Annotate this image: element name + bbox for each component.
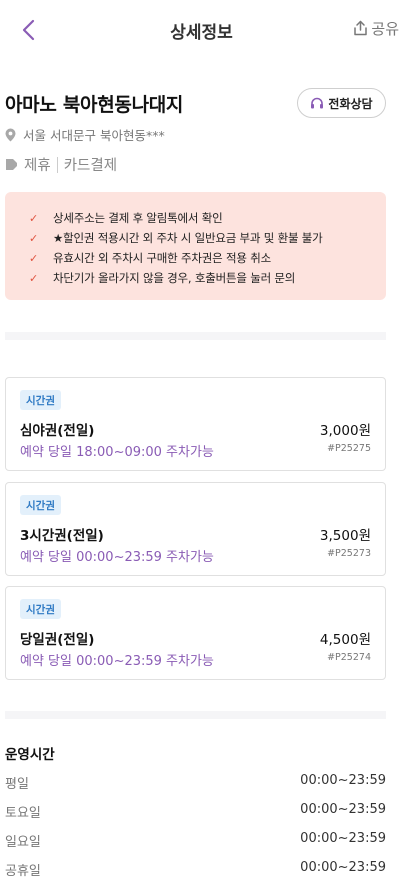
tag-separator [56, 156, 58, 173]
ticket-type-badge: 시간권 [20, 390, 61, 410]
hours-time: 00:00~23:59 [300, 773, 386, 788]
notice-item: ✓ 상세주소는 결제 후 알림톡에서 확인 [29, 208, 386, 228]
notice-text: 유효시간 외 주차시 구매한 주차권은 적용 취소 [53, 251, 271, 265]
ticket-card[interactable]: 시간권 당일권(전일) 4,500원 예약 당일 00:00~23:59 주차가… [5, 586, 386, 680]
ticket-price: 4,500원 [319, 632, 371, 648]
hours-day: 공휴일 [5, 864, 41, 879]
tag-affiliate: 제휴 [24, 158, 51, 174]
tags-row: 제휴 카드결제 [5, 154, 117, 175]
hours-time: 00:00~23:59 [300, 802, 386, 817]
operating-hours-title: 운영시간 [5, 747, 55, 763]
section-divider [5, 711, 386, 719]
notice-box: ✓ 상세주소는 결제 후 알림톡에서 확인 ✓ ★할인권 적용시간 외 주차 시… [5, 192, 386, 300]
share-label: 공유 [371, 19, 399, 38]
ticket-name: 3시간권(전일) [20, 528, 104, 544]
ticket-price: 3,500원 [319, 528, 371, 544]
ticket-card[interactable]: 시간권 3시간권(전일) 3,500원 예약 당일 00:00~23:59 주차… [5, 482, 386, 576]
check-icon: ✓ [29, 251, 39, 265]
section-divider [5, 332, 386, 340]
share-icon [354, 20, 368, 36]
notice-item: ✓ ★할인권 적용시간 외 주차 시 일반요금 부과 및 환불 불가 [29, 228, 386, 248]
hours-day: 평일 [5, 777, 29, 792]
ticket-price: 3,000원 [319, 423, 371, 439]
ticket-code: #P25274 [327, 652, 371, 663]
ticket-type-badge: 시간권 [20, 495, 61, 515]
hours-day: 일요일 [5, 835, 41, 850]
check-icon: ✓ [29, 271, 39, 285]
place-title-row: 아마노 북아현동나대지 전화상담 [5, 88, 386, 120]
hours-row: 일요일 00:00~23:59 [5, 831, 386, 851]
notice-text: 차단기가 올라가지 않을 경우, 호출버튼을 눌러 문의 [53, 271, 296, 285]
ticket-code: #P25275 [327, 443, 371, 454]
tag-icon [6, 159, 17, 170]
hours-row: 토요일 00:00~23:59 [5, 802, 386, 822]
address-text: 서울 서대문구 북아현동*** [23, 128, 165, 143]
ticket-name: 당일권(전일) [20, 632, 95, 648]
place-name: 아마노 북아현동나대지 [5, 94, 184, 116]
ticket-type-badge: 시간권 [20, 599, 61, 619]
call-consult-button[interactable]: 전화상담 [297, 88, 386, 118]
top-app-bar: 상세정보 공유 [0, 0, 403, 60]
hours-time: 00:00~23:59 [300, 831, 386, 846]
share-button[interactable]: 공유 [353, 16, 399, 40]
ticket-code: #P25273 [327, 548, 371, 559]
notice-item: ✓ 유효시간 외 주차시 구매한 주차권은 적용 취소 [29, 248, 386, 268]
hours-row: 평일 00:00~23:59 [5, 773, 386, 793]
headset-icon [311, 97, 324, 108]
call-consult-label: 전화상담 [328, 96, 373, 111]
ticket-card[interactable]: 시간권 심야권(전일) 3,000원 예약 당일 18:00~09:00 주차가… [5, 377, 386, 471]
ticket-name: 심야권(전일) [20, 423, 95, 439]
location-pin-icon [5, 128, 16, 141]
tag-card-payment: 카드결제 [63, 158, 118, 174]
notice-text: ★할인권 적용시간 외 주차 시 일반요금 부과 및 환불 불가 [53, 231, 323, 245]
page-title: 상세정보 [170, 23, 233, 43]
notice-text: 상세주소는 결제 후 알림톡에서 확인 [53, 211, 223, 225]
address-row: 서울 서대문구 북아현동*** [5, 125, 165, 144]
ticket-availability: 예약 당일 00:00~23:59 주차가능 [20, 550, 214, 565]
hours-day: 토요일 [5, 806, 41, 821]
ticket-availability: 예약 당일 00:00~23:59 주차가능 [20, 654, 214, 669]
notice-item: ✓ 차단기가 올라가지 않을 경우, 호출버튼을 눌러 문의 [29, 268, 386, 288]
ticket-availability: 예약 당일 18:00~09:00 주차가능 [20, 445, 214, 460]
check-icon: ✓ [29, 211, 39, 225]
hours-row: 공휴일 00:00~23:59 [5, 860, 386, 880]
hours-time: 00:00~23:59 [300, 860, 386, 875]
check-icon: ✓ [29, 231, 39, 245]
